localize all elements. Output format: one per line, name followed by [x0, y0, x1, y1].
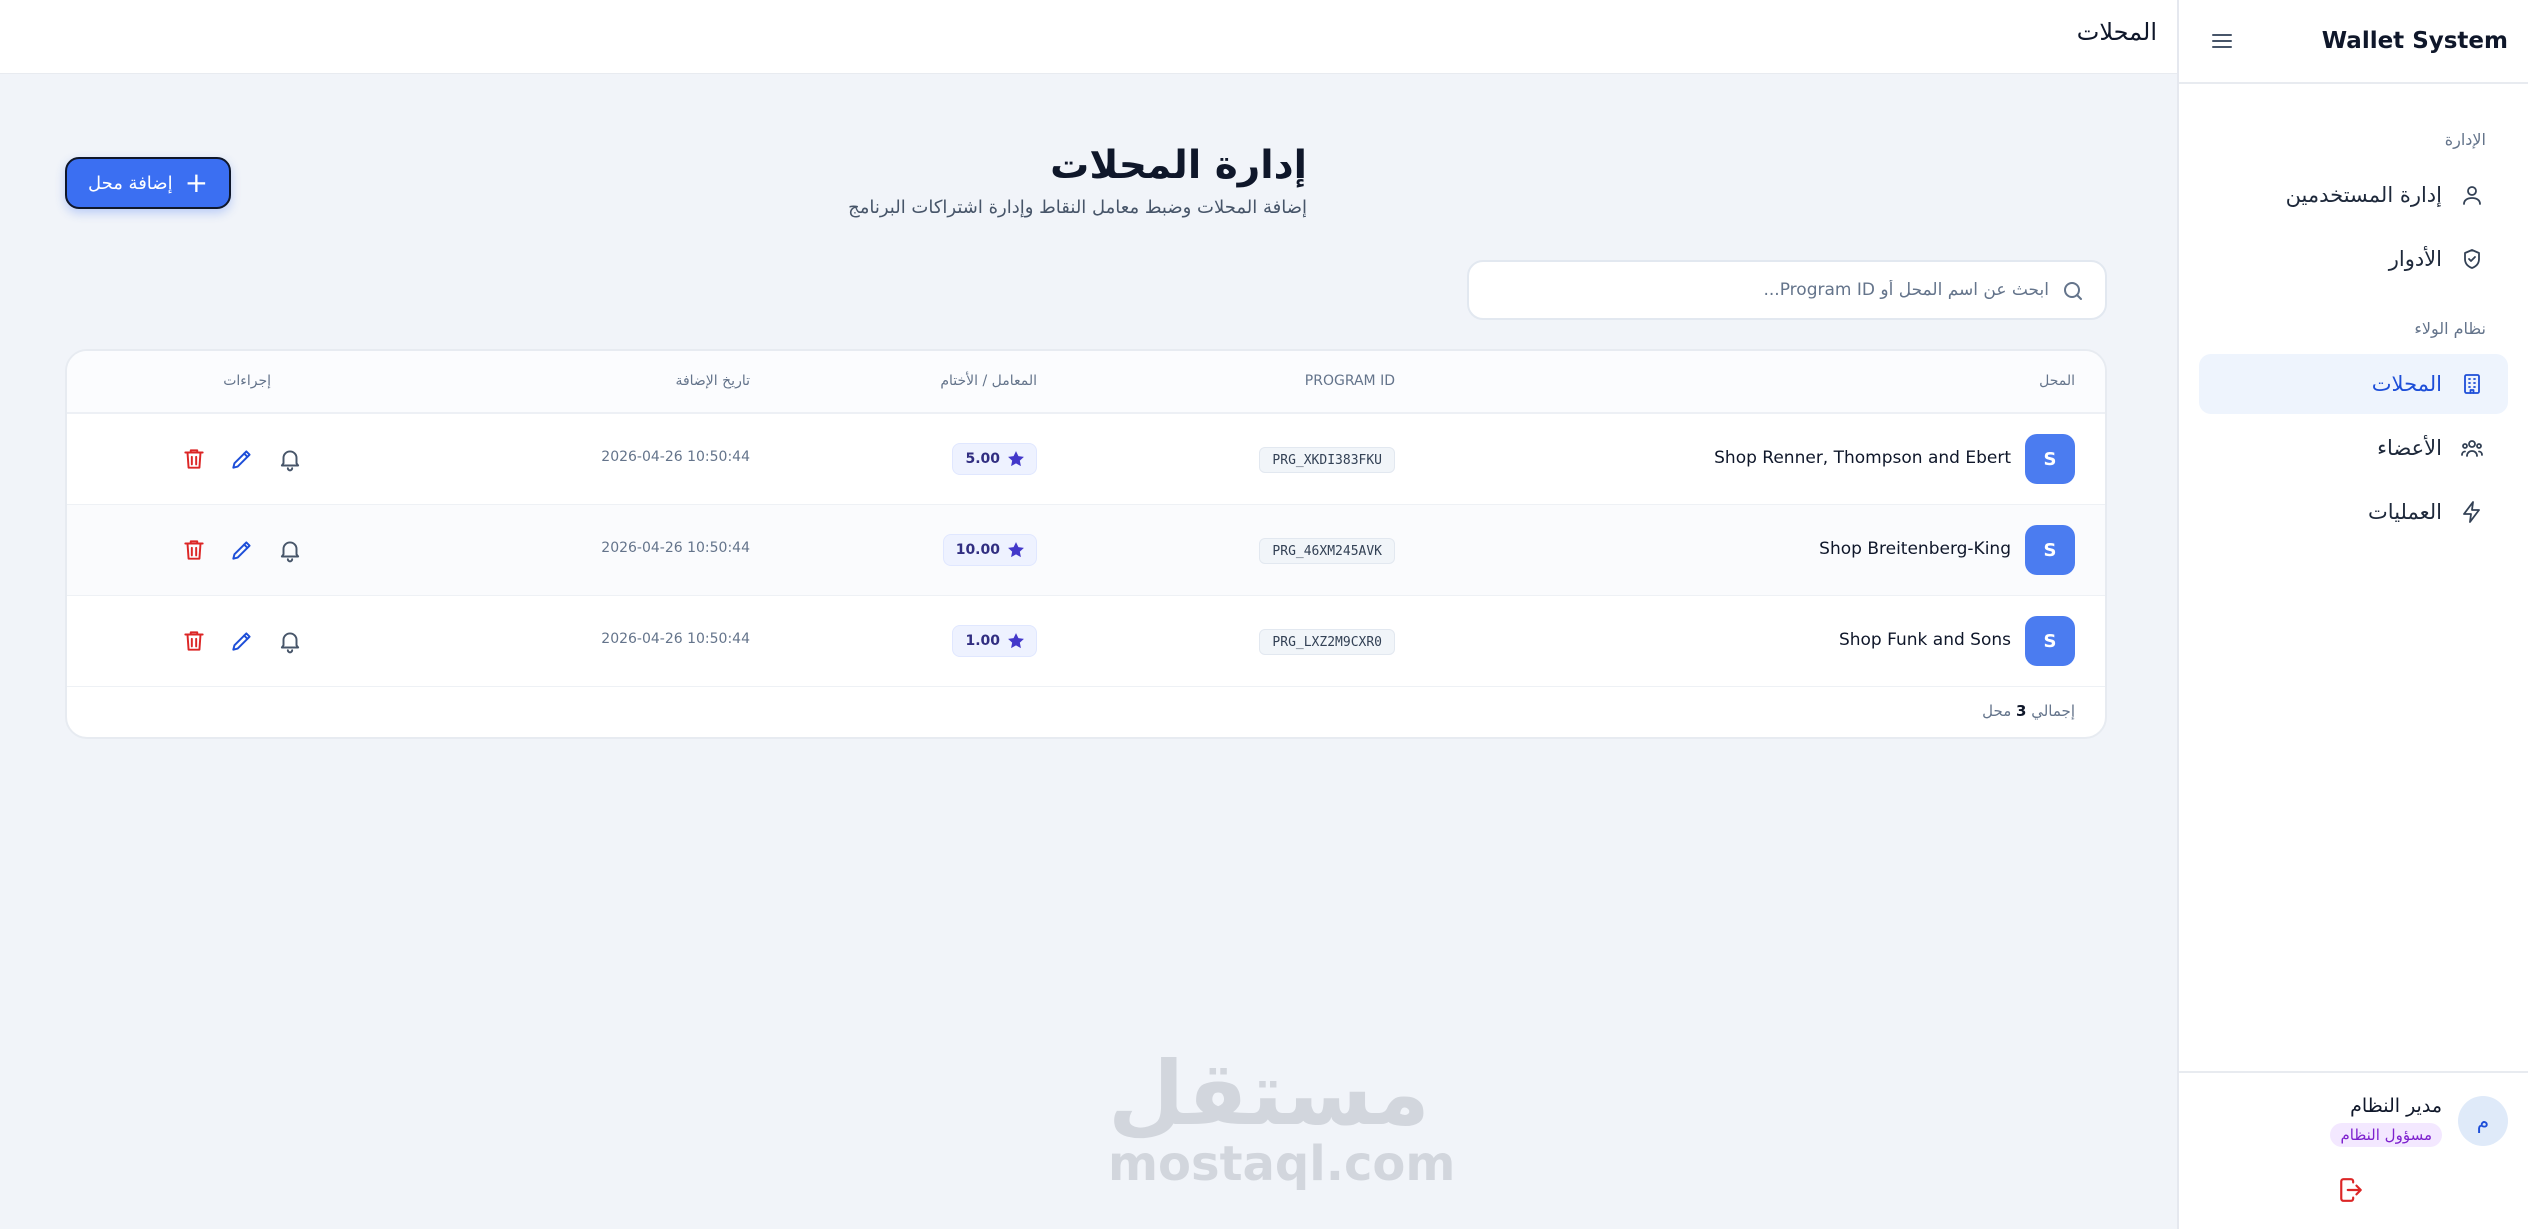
- sidebar-item-label: المحلات: [2371, 372, 2442, 396]
- sidebar-section-title: الإدارة: [2444, 130, 2486, 149]
- sidebar-item-shops[interactable]: المحلات: [2199, 354, 2508, 414]
- bell-icon[interactable]: [277, 537, 303, 563]
- shop-name: Shop Renner, Thompson and Ebert: [1714, 448, 2011, 468]
- sidebar-footer: م مدير النظام مسؤول النظام: [2179, 1071, 2528, 1229]
- bell-icon[interactable]: [277, 446, 303, 472]
- user-name: مدير النظام: [2350, 1095, 2442, 1117]
- date-added: 2026-04-26 10:50:44: [601, 540, 750, 556]
- user-profile: م مدير النظام مسؤول النظام: [2330, 1095, 2508, 1147]
- table-header: المحل PROGRAM ID المعامل / الأختام تاريخ…: [67, 351, 2105, 414]
- multiplier-value: 1.00: [965, 633, 1000, 649]
- sidebar-item-users[interactable]: إدارة المستخدمين: [2199, 165, 2508, 225]
- avatar: م: [2458, 1096, 2508, 1146]
- shop-name: Shop Breitenberg-King: [1819, 539, 2011, 559]
- table-row: S Shop Renner, Thompson and Ebert PRG_XK…: [67, 414, 2105, 505]
- bolt-icon: [2460, 500, 2484, 524]
- multiplier-value: 5.00: [965, 451, 1000, 467]
- date-added: 2026-04-26 10:50:44: [601, 449, 750, 465]
- page-title: إدارة المحلات: [1050, 143, 1307, 188]
- program-id-badge: PRG_46XM245AVK: [1259, 538, 1395, 564]
- shops-table: المحل PROGRAM ID المعامل / الأختام تاريخ…: [65, 349, 2107, 739]
- page-subtitle: إضافة المحلات وضبط معامل النقاط وإدارة ا…: [848, 197, 1307, 218]
- sidebar-item-members[interactable]: الأعضاء: [2199, 418, 2508, 478]
- total-prefix: إجمالي: [2031, 702, 2075, 720]
- sidebar-item-roles[interactable]: الأدوار: [2199, 229, 2508, 289]
- building-icon: [2460, 372, 2484, 396]
- sidebar-header: Wallet System: [2179, 0, 2528, 84]
- total-suffix: محل: [1982, 702, 2012, 720]
- edit-icon[interactable]: [229, 537, 255, 563]
- members-icon: [2460, 436, 2484, 460]
- top-bar: المحلات: [0, 0, 2177, 74]
- shop-avatar: S: [2025, 616, 2075, 666]
- role-badge: مسؤول النظام: [2330, 1123, 2442, 1147]
- sidebar-section-admin: الإدارة إدارة المستخدمين الأدوار: [2179, 130, 2528, 289]
- shield-check-icon: [2460, 247, 2484, 271]
- add-shop-button[interactable]: إضافة محل +: [65, 157, 231, 209]
- search-input[interactable]: [1469, 262, 2105, 318]
- search-box: [1467, 260, 2107, 320]
- sidebar-item-label: الأعضاء: [2377, 436, 2442, 460]
- shop-avatar: S: [2025, 525, 2075, 575]
- star-icon: [1008, 633, 1024, 649]
- watermark-arabic: مستقل: [1108, 1042, 1430, 1145]
- star-icon: [1008, 451, 1024, 467]
- topbar-title: المحلات: [2076, 18, 2157, 46]
- users-icon: [2460, 183, 2484, 207]
- multiplier-value: 10.00: [955, 542, 1000, 558]
- edit-icon[interactable]: [229, 628, 255, 654]
- table-footer: إجمالي 3 محل: [1982, 702, 2075, 720]
- column-header-program-id: PROGRAM ID: [1304, 373, 1395, 389]
- add-shop-label: إضافة محل: [87, 172, 173, 194]
- sidebar-item-operations[interactable]: العمليات: [2199, 482, 2508, 542]
- sidebar-item-label: إدارة المستخدمين: [2285, 183, 2442, 207]
- sidebar-section-loyalty: نظام الولاء المحلات الأعضاء العمليات: [2179, 319, 2528, 542]
- table-row: S Shop Funk and Sons PRG_LXZ2M9CXR0 1.00…: [67, 596, 2105, 687]
- watermark: مستقل mostaql.com: [1108, 1042, 1456, 1192]
- multiplier-badge: 10.00: [942, 534, 1037, 566]
- sidebar: Wallet System الإدارة إدارة المستخدمين ا…: [2177, 0, 2528, 1229]
- multiplier-badge: 5.00: [952, 443, 1037, 475]
- sidebar-item-label: الأدوار: [2388, 247, 2442, 271]
- bell-icon[interactable]: [277, 628, 303, 654]
- shop-name: Shop Funk and Sons: [1838, 630, 2011, 650]
- program-id-badge: PRG_XKDI383FKU: [1259, 447, 1395, 473]
- star-icon: [1008, 542, 1024, 558]
- search-icon: [2061, 279, 2085, 303]
- app-brand: Wallet System: [2321, 28, 2508, 54]
- column-header-multiplier: المعامل / الأختام: [940, 373, 1037, 389]
- column-header-actions: إجراءات: [223, 373, 271, 389]
- user-info: مدير النظام مسؤول النظام: [2330, 1095, 2442, 1147]
- delete-icon[interactable]: [181, 537, 207, 563]
- program-id-badge: PRG_LXZ2M9CXR0: [1259, 629, 1395, 655]
- menu-toggle-icon[interactable]: [2211, 31, 2233, 51]
- column-header-date: تاريخ الإضافة: [675, 373, 750, 389]
- sidebar-item-label: العمليات: [2368, 500, 2442, 524]
- delete-icon[interactable]: [181, 628, 207, 654]
- total-count: 3: [2016, 702, 2027, 720]
- sidebar-section-title: نظام الولاء: [2414, 319, 2486, 338]
- multiplier-badge: 1.00: [952, 625, 1037, 657]
- logout-icon[interactable]: [2338, 1177, 2364, 1203]
- date-added: 2026-04-26 10:50:44: [601, 631, 750, 647]
- column-header-shop: المحل: [2039, 373, 2075, 389]
- delete-icon[interactable]: [181, 446, 207, 472]
- table-row: S Shop Breitenberg-King PRG_46XM245AVK 1…: [67, 505, 2105, 596]
- watermark-domain: mostaql.com: [1108, 1136, 1456, 1192]
- edit-icon[interactable]: [229, 446, 255, 472]
- shop-avatar: S: [2025, 434, 2075, 484]
- plus-icon: +: [184, 166, 209, 199]
